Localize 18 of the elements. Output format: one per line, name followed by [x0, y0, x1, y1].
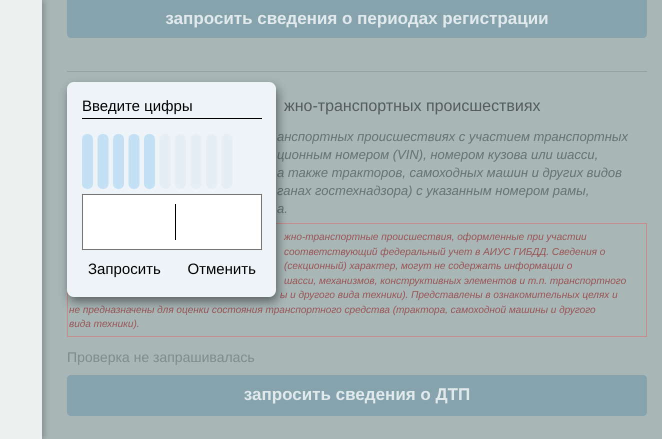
notice-text: (секционный) характер, могут не содержать информации о [284, 260, 572, 274]
description-text: ганах гостехнадзора) с указанным номером рамы, [277, 182, 590, 200]
notice-text: ы и другого вида техники). Представлены в ознакомительных целях и [280, 289, 618, 303]
notice-text: жно-транспортные происшествия, оформленные при участии [284, 231, 587, 245]
section-heading: жно-транспортных происшествиях [284, 97, 542, 117]
description-text: а также тракторов, самоходных машин и других видов [277, 164, 623, 182]
description-text: анспортных происшествиях с участием транспортных [277, 128, 630, 146]
notice-text: не предназначены для оценки состояния транспортного средства (трактора, самоходной машины и другого [69, 304, 596, 318]
cancel-button[interactable]: Отменить [187, 261, 256, 278]
text-cursor-icon [174, 204, 176, 240]
notice-text: соответствующий федеральный учет в АИУС ГИБДД. Сведения о [284, 246, 606, 260]
notice-text: вида техники). [69, 318, 140, 332]
notice-text: шасси, механизмов, конструктивных элементов и т.п. транспортного [284, 274, 626, 288]
captcha-input-field[interactable] [82, 194, 262, 250]
submit-button[interactable]: Запросить [88, 261, 161, 278]
dialog-title: Введите цифры [82, 98, 262, 119]
description-text: ционным номером (VIN), номером кузова или шасси, [277, 146, 600, 164]
description-text: а. [277, 200, 289, 218]
